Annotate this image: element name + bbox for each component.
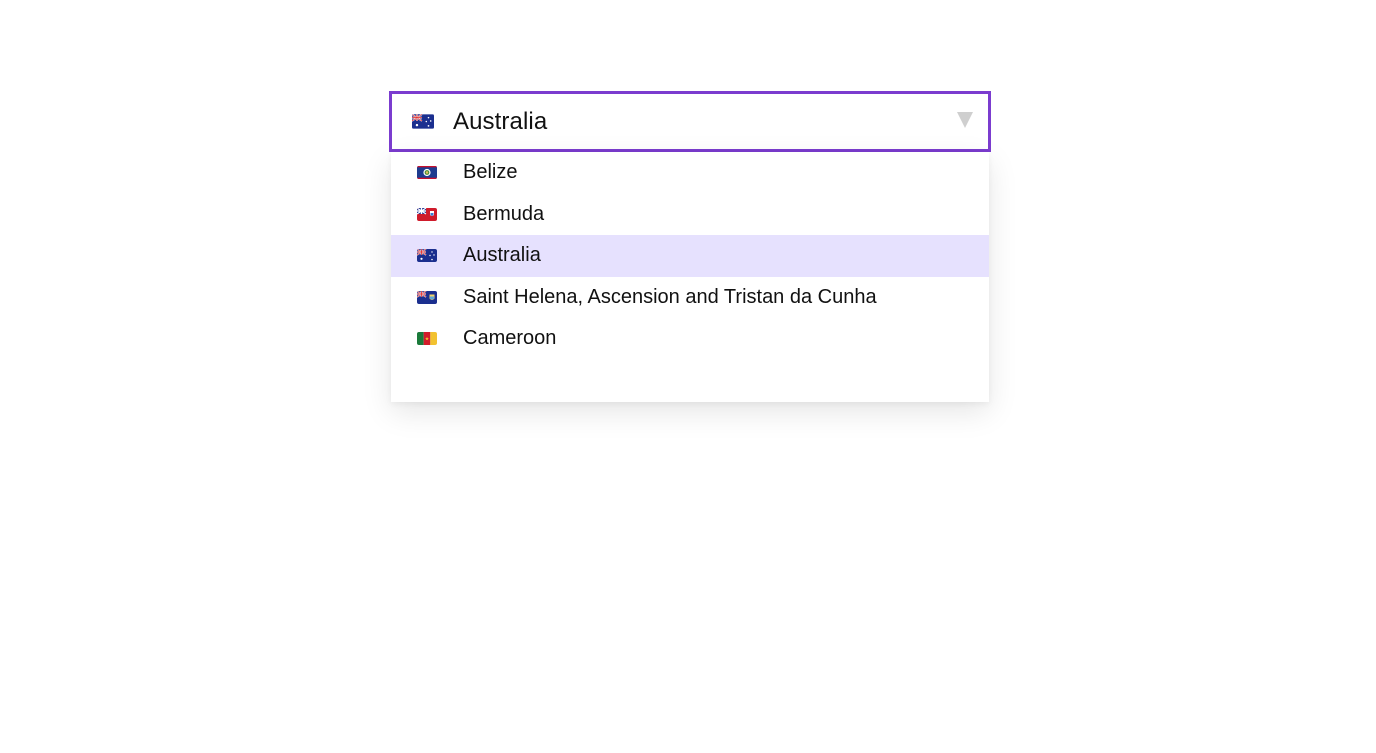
triangle-down-icon[interactable] — [957, 112, 973, 128]
option-label: Cameroon — [463, 327, 557, 350]
option-cameroon[interactable]: Cameroon — [391, 318, 989, 360]
country-dropdown-menu: Belize Bermuda Australia Saint Helena, A… — [391, 152, 989, 402]
belize-flag-icon — [417, 166, 437, 180]
selected-country-label: Australia — [453, 107, 548, 135]
option-label: Australia — [463, 244, 541, 267]
option-australia[interactable]: Australia — [391, 235, 989, 277]
cameroon-flag-icon — [417, 332, 437, 346]
option-bermuda[interactable]: Bermuda — [391, 194, 989, 236]
option-label: Saint Helena, Ascension and Tristan da C… — [463, 285, 877, 308]
australia-flag-icon — [412, 114, 434, 129]
bermuda-flag-icon — [417, 207, 437, 221]
australia-flag-icon — [417, 249, 437, 263]
saint-helena-flag-icon — [417, 290, 437, 304]
option-label: Bermuda — [463, 202, 545, 225]
country-select-box[interactable]: Australia — [389, 91, 991, 152]
option-saint-helena[interactable]: Saint Helena, Ascension and Tristan da C… — [391, 277, 989, 319]
country-select[interactable]: Australia Belize Bermuda Australia Saint… — [389, 91, 991, 402]
option-label: Belize — [463, 161, 518, 184]
option-belize[interactable]: Belize — [391, 152, 989, 194]
